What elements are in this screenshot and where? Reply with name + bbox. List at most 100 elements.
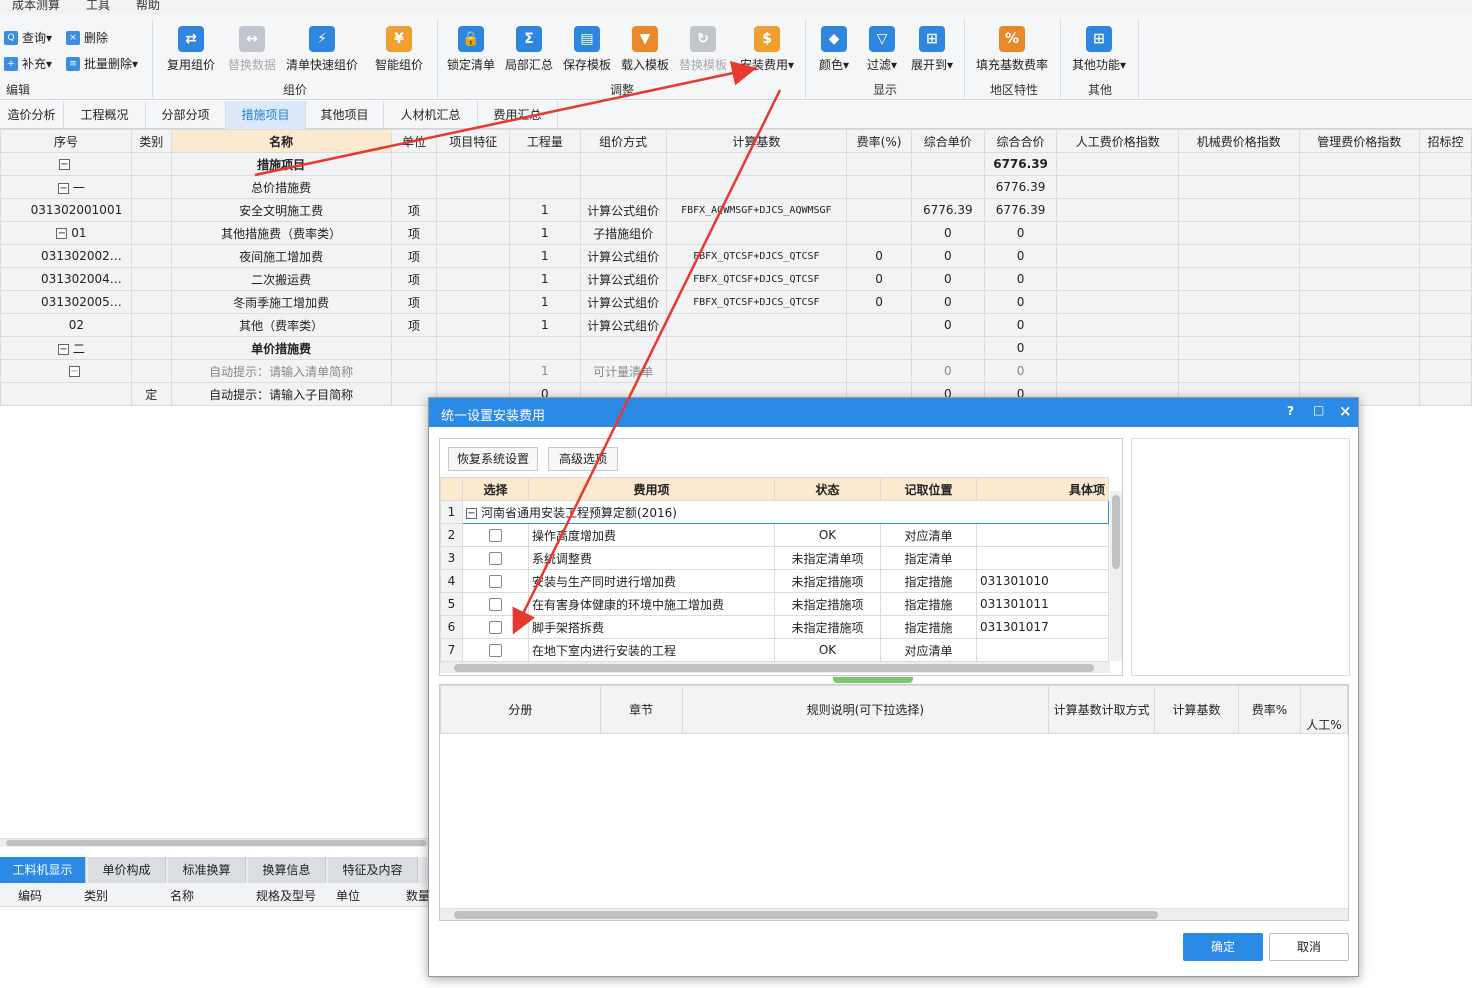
cell-method[interactable]: 计算公式组价 (579, 244, 667, 268)
tab-material-display[interactable]: 工料机显示 (0, 857, 86, 883)
cell-cat[interactable] (130, 359, 172, 383)
cell-name[interactable]: 总价措施费 (170, 175, 392, 199)
cell-price[interactable]: 0 (910, 244, 985, 268)
cell-empty[interactable] (1056, 313, 1179, 337)
col-header[interactable]: 综合合价 (983, 129, 1058, 153)
col-header[interactable]: 人工% (1299, 685, 1349, 734)
fee-item-position[interactable]: 指定措施 (880, 592, 977, 616)
replace-template-button[interactable]: ↻ 替换模板 (676, 26, 730, 73)
cell-rate[interactable] (846, 152, 912, 176)
tab-unit-price[interactable]: 单价构成 (88, 857, 166, 883)
cell-empty[interactable] (1056, 290, 1179, 314)
fee-group-row[interactable]: 1 − 河南省通用安装工程预算定额(2016) (440, 500, 1109, 524)
cell-empty[interactable] (1056, 359, 1179, 383)
cell-qty[interactable] (509, 175, 581, 199)
cell-method[interactable] (579, 152, 667, 176)
cell-total[interactable]: 6776.39 (983, 198, 1058, 222)
col-header[interactable]: 记取位置 (880, 477, 977, 501)
cell-rate[interactable]: 0 (846, 244, 912, 268)
col-header[interactable]: 数量 (406, 887, 430, 904)
cell-price[interactable]: 0 (910, 290, 985, 314)
cell-features[interactable] (436, 175, 511, 199)
cell-empty[interactable] (1177, 198, 1300, 222)
col-header[interactable]: 人工费价格指数 (1056, 129, 1179, 153)
cell-no[interactable]: − (0, 152, 132, 176)
cell-total[interactable]: 0 (983, 221, 1058, 245)
cell-base[interactable] (665, 336, 848, 360)
expand-to-button[interactable]: ⊞ 展开到▾ (906, 26, 958, 73)
col-header[interactable]: 编码 (18, 887, 42, 904)
cell-price[interactable]: 0 (910, 359, 985, 383)
table-row[interactable]: −01 其他措施费（费率类）项 1 子措施组价 0 0 (0, 221, 1472, 245)
cell-empty[interactable] (1177, 313, 1300, 337)
scroll-thumb[interactable] (454, 911, 1158, 919)
fee-item-position[interactable]: 对应清单 (880, 638, 977, 662)
cell-empty[interactable] (1177, 152, 1300, 176)
cell-name[interactable]: 单价措施费 (170, 336, 392, 360)
select-cell[interactable] (462, 638, 529, 662)
menu-tools[interactable]: 工具 (86, 0, 110, 13)
col-header[interactable]: 单位 (336, 887, 360, 904)
install-fee-button[interactable]: $ 安装费用▾ (736, 26, 798, 73)
main-hscrollbar[interactable] (0, 838, 430, 847)
cell-unit[interactable]: 项 (390, 221, 438, 245)
cell-cat[interactable] (130, 336, 172, 360)
cell-no[interactable]: 031302005… (0, 290, 132, 314)
cell-empty[interactable] (1298, 336, 1421, 360)
cell-rate[interactable] (846, 359, 912, 383)
cell-empty[interactable] (1056, 336, 1179, 360)
cell-unit[interactable]: 项 (390, 198, 438, 222)
tab-sub-items[interactable]: 分部分项 (146, 101, 226, 129)
cell-rate[interactable] (846, 313, 912, 337)
cell-empty[interactable] (1298, 175, 1421, 199)
rules-hscrollbar[interactable] (440, 908, 1348, 920)
cell-name[interactable]: 冬雨季施工增加费 (170, 290, 392, 314)
col-header[interactable]: 费率% (1238, 685, 1301, 734)
cell-features[interactable] (436, 290, 511, 314)
fee-table-vscrollbar[interactable] (1110, 491, 1122, 661)
scroll-thumb[interactable] (454, 664, 1094, 672)
cell-features[interactable] (436, 244, 511, 268)
cell-empty[interactable] (1298, 221, 1421, 245)
cell-method[interactable]: 子措施组价 (579, 221, 667, 245)
cell-name[interactable]: 其他（费率类） (170, 313, 392, 337)
cell-qty[interactable]: 1 (509, 313, 581, 337)
select-checkbox[interactable] (489, 644, 502, 657)
col-header[interactable]: 分册 (440, 685, 601, 734)
cell-method[interactable]: 计算公式组价 (579, 267, 667, 291)
cell-no[interactable]: 02 (0, 313, 132, 337)
cell-price[interactable]: 0 (910, 221, 985, 245)
cell-price[interactable] (910, 152, 985, 176)
fee-item-position[interactable]: 指定措施 (880, 615, 977, 639)
cell-total[interactable]: 0 (983, 359, 1058, 383)
smart-group-button[interactable]: ¥ 智能组价 (368, 26, 430, 73)
cell-empty[interactable] (1419, 175, 1472, 199)
col-header[interactable]: 具体项 (976, 477, 1109, 501)
col-header[interactable]: 机械费价格指数 (1177, 129, 1300, 153)
cell-name[interactable]: 夜间施工增加费 (170, 244, 392, 268)
fee-item-detail[interactable]: 031301010 (976, 569, 1109, 593)
cell-empty[interactable] (1177, 175, 1300, 199)
cell-base[interactable] (665, 359, 848, 383)
cell-unit[interactable] (390, 175, 438, 199)
cell-empty[interactable] (1419, 198, 1472, 222)
cell-no[interactable]: − 一 (0, 175, 132, 199)
col-header[interactable]: 选择 (462, 477, 529, 501)
cell-empty[interactable] (1419, 336, 1472, 360)
cell-features[interactable] (436, 267, 511, 291)
cell-rate[interactable] (846, 336, 912, 360)
cell-empty[interactable] (1298, 313, 1421, 337)
fee-item-row[interactable]: 7 在地下室内进行安装的工程 OK 对应清单 (440, 638, 1109, 662)
cell-features[interactable] (436, 152, 511, 176)
cell-empty[interactable] (1298, 198, 1421, 222)
cell-rate[interactable] (846, 221, 912, 245)
cell-name[interactable]: 二次搬运费 (170, 267, 392, 291)
cell-unit[interactable]: 项 (390, 313, 438, 337)
fee-item-row[interactable]: 4 安装与生产同时进行增加费 未指定措施项 指定措施 031301010 (440, 569, 1109, 593)
tab-cost-analysis[interactable]: 造价分析 (0, 101, 64, 129)
tab-fee-summary[interactable]: 费用汇总 (478, 101, 558, 129)
query-button[interactable]: Q 查询 ▾ (4, 29, 52, 46)
cell-total[interactable]: 0 (983, 290, 1058, 314)
col-header[interactable]: 状态 (774, 477, 881, 501)
cell-price[interactable]: 0 (910, 267, 985, 291)
